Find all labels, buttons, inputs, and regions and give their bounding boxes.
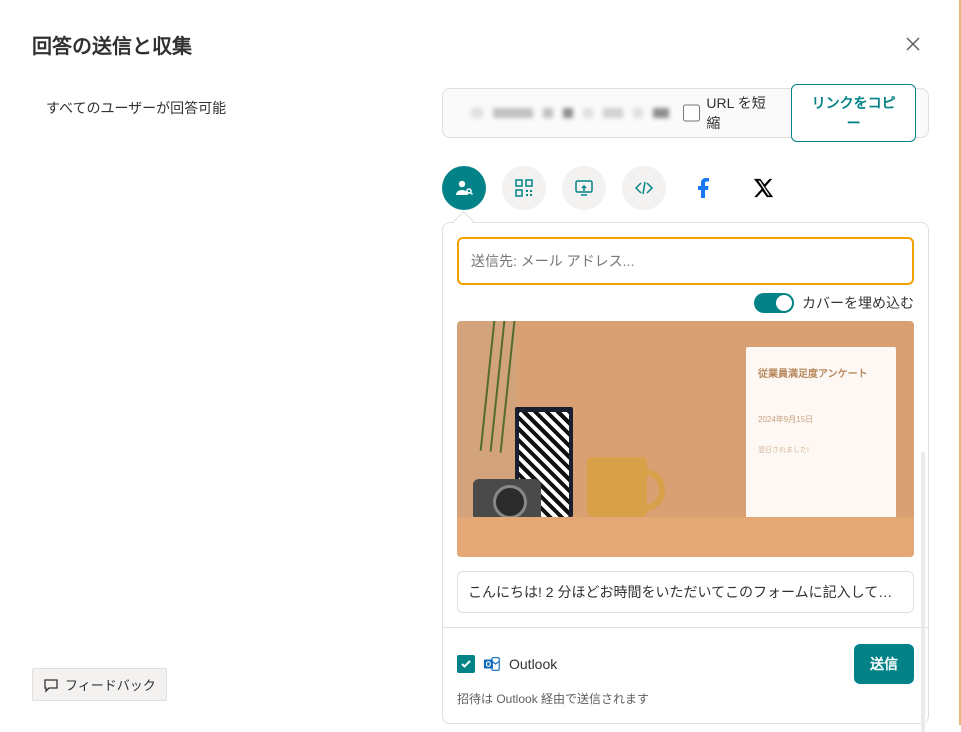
share-method-tabs [442,166,929,210]
shorten-url-label: URL を短縮 [706,93,777,133]
send-button[interactable]: 送信 [854,644,914,684]
cover-card-date: 2024年9月15日 [758,414,884,425]
outlook-checkbox[interactable] [457,655,475,673]
feedback-label: フィードバック [65,675,156,694]
email-recipient-input[interactable] [457,237,914,285]
share-method-qr[interactable] [502,166,546,210]
respond-permission-text: すべてのユーザーが回答可能 [32,98,442,118]
cover-card: 従業員満足度アンケート 2024年9月15日 翌日されました! [746,347,896,531]
cover-card-title: 従業員満足度アンケート [758,365,884,380]
outlook-icon [483,655,501,673]
share-method-facebook[interactable] [682,166,726,210]
copy-link-button[interactable]: リンクをコピー [791,84,916,142]
close-button[interactable] [897,28,929,60]
check-icon [460,658,472,670]
outlook-label: Outlook [509,656,557,672]
dialog-title: 回答の送信と収集 [32,30,192,59]
code-icon [634,178,654,198]
share-url-bar: URL を短縮 リンクをコピー [442,88,929,138]
present-icon [574,178,594,198]
email-message-input[interactable] [457,571,914,613]
outlook-hint: 招待は Outlook 経由で送信されます [457,690,914,707]
panel-scrollbar[interactable] [921,452,925,732]
share-method-embed[interactable] [622,166,666,210]
cover-card-note: 翌日されました! [758,445,884,455]
embed-cover-toggle[interactable] [754,293,794,313]
facebook-icon [692,176,716,200]
embed-cover-label: カバーを埋め込む [802,293,914,313]
url-preview [455,108,669,118]
close-icon [905,36,921,52]
shorten-url-checkbox[interactable] [683,104,700,122]
comment-icon [43,677,59,693]
shorten-url-checkbox-wrap[interactable]: URL を短縮 [683,93,777,133]
cover-preview: 従業員満足度アンケート 2024年9月15日 翌日されました! [457,321,914,557]
feedback-button[interactable]: フィードバック [32,668,167,701]
share-method-present[interactable] [562,166,606,210]
qr-icon [514,178,534,198]
invite-icon [454,178,474,198]
share-method-x[interactable] [742,166,786,210]
share-method-invite[interactable] [442,166,486,210]
x-icon [753,177,775,199]
email-share-panel: カバーを埋め込む 従業員満足度アンケート 2024年9月15日 翌日されました! [442,222,929,724]
